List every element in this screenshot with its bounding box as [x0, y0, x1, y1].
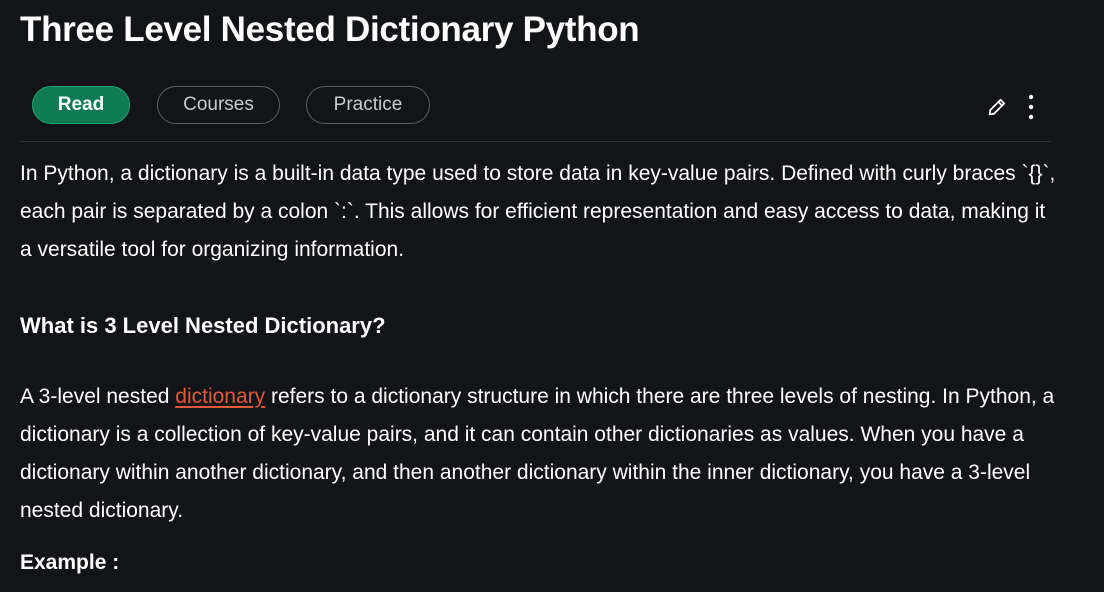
dictionary-link[interactable]: dictionary — [175, 385, 265, 408]
article-toolbar — [985, 92, 1043, 122]
pencil-icon — [988, 98, 1006, 116]
section-heading: What is 3 Level Nested Dictionary? — [20, 313, 386, 338]
intro-paragraph: In Python, a dictionary is a built-in da… — [20, 162, 1056, 261]
tab-practice[interactable]: Practice — [306, 86, 430, 124]
edit-button[interactable] — [985, 92, 1009, 122]
tabs-divider — [20, 141, 1051, 142]
page-title: Three Level Nested Dictionary Python — [20, 10, 640, 49]
article-tabs: Read Courses Practice — [32, 85, 430, 125]
article-body: In Python, a dictionary is a built-in da… — [20, 155, 1060, 574]
more-options-button[interactable] — [1019, 92, 1043, 122]
paragraph-text-start: A 3-level nested — [20, 385, 176, 408]
tab-read[interactable]: Read — [32, 86, 130, 124]
example-label: Example : — [20, 551, 120, 574]
more-vertical-icon — [1028, 94, 1034, 120]
tab-courses[interactable]: Courses — [157, 86, 280, 124]
definition-paragraph: A 3-level nested dictionary refers to a … — [20, 378, 1060, 530]
